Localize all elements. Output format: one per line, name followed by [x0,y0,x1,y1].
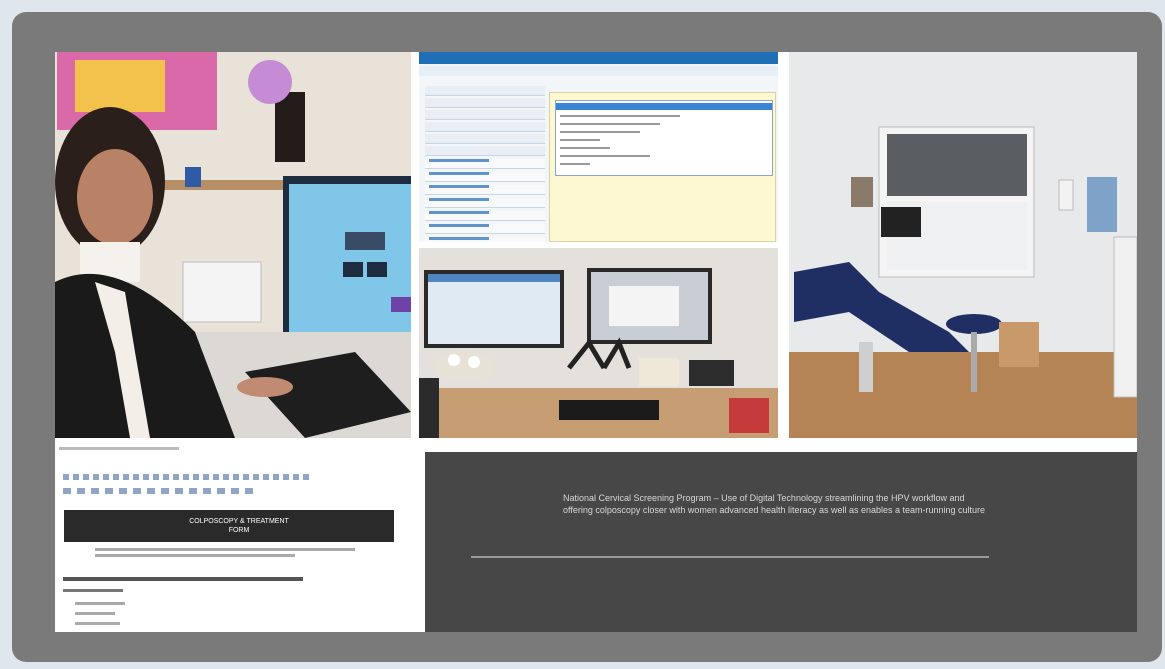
form-field-line [75,612,115,615]
menu-item [425,198,545,208]
clinic-room-photo [789,52,1137,438]
option-line [560,155,650,157]
dual-monitor-desk-photo [419,248,778,438]
app-tab-bar [419,66,778,76]
option-line [560,131,640,133]
option-line [560,123,660,125]
colposcopy-form-screenshot: COLPOSCOPY & TREATMENT FORM [55,442,419,632]
editor-toolbar [63,474,313,480]
app-title-bar [419,52,778,64]
form-section-title [63,577,303,581]
dropdown-list [555,100,773,176]
menu-item [425,224,545,234]
menu-item [425,110,545,120]
menu-item [425,134,545,144]
menu-item [425,122,545,132]
selected-option [556,103,772,110]
option-line [560,139,600,141]
left-menu [425,86,545,242]
desk-illustration [419,248,778,438]
option-line [560,147,610,149]
menu-item [425,86,545,96]
form-note-line [95,554,295,557]
caption-panel: National Cervical Screening Program – Us… [425,452,1137,632]
form-field-line [75,602,125,605]
menu-item [425,185,545,195]
menu-item [425,159,545,169]
menu-item [425,237,545,242]
menu-item [425,98,545,108]
software-screenshot [419,52,778,242]
menu-item [425,172,545,182]
form-banner: COLPOSCOPY & TREATMENT FORM [64,510,394,542]
caption-text: National Cervical Screening Program – Us… [563,493,986,515]
option-line [560,163,590,165]
caption-divider [471,556,989,558]
form-window-title [59,447,179,450]
form-note-line [95,548,355,551]
clinic-illustration [789,52,1137,438]
option-line [560,115,680,117]
clinician-illustration [55,52,411,438]
form-field-line [75,622,120,625]
form-subheading [63,589,123,592]
menu-item [425,211,545,221]
clinician-photo [55,52,411,438]
menu-item [425,146,545,156]
editor-toolbar-2 [63,488,253,494]
form-banner-title: COLPOSCOPY & TREATMENT FORM [189,518,289,534]
